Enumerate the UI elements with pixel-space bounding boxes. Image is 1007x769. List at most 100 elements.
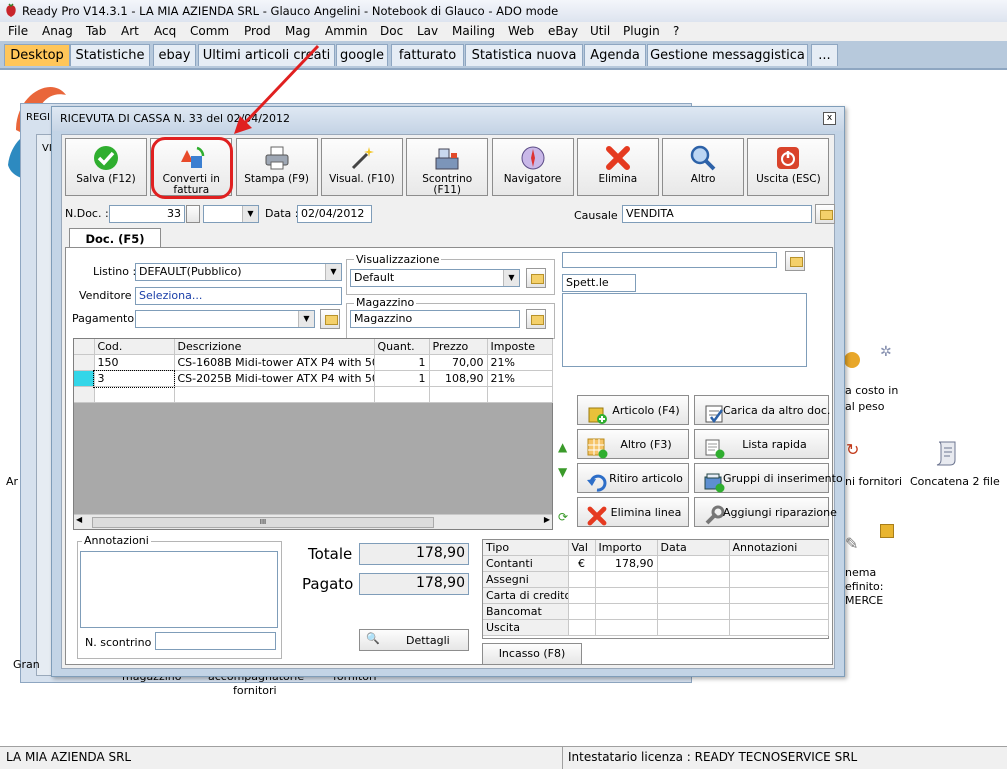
payment-cell[interactable] [568, 587, 596, 604]
table-cell[interactable]: 150 [94, 354, 175, 371]
payment-row[interactable]: Contanti €178,90 [483, 555, 829, 572]
causale-field[interactable]: VENDITA [622, 205, 812, 223]
table-cell[interactable]: 108,90 [429, 370, 488, 387]
payment-cell[interactable] [729, 619, 829, 636]
annotazioni-textarea[interactable] [80, 551, 278, 628]
menu-item-mailing[interactable]: Mailing [452, 24, 495, 38]
table-row[interactable]: 150CS-1608B Midi-tower ATX P4 with 500..… [74, 354, 553, 371]
ritiro-articolo-button[interactable]: Ritiro articolo [577, 463, 689, 493]
gruppi-di-inserimento-button[interactable]: Gruppi di inserimento [694, 463, 843, 493]
payment-cell[interactable] [568, 571, 596, 588]
ndoc-spin-button[interactable] [186, 205, 200, 223]
table-cell[interactable] [374, 386, 430, 403]
pagamento-combo[interactable]: ▼ [135, 310, 315, 328]
desktop-icon-label[interactable]: efinito: [845, 580, 883, 593]
menu-item-util[interactable]: Util [590, 24, 610, 38]
payment-cell[interactable] [657, 555, 730, 572]
payment-cell[interactable] [729, 587, 829, 604]
payment-cell[interactable] [657, 603, 730, 620]
salva-button[interactable]: Salva (F12) [65, 138, 147, 196]
menu-item-ammin[interactable]: Ammin [325, 24, 368, 38]
aggiungi-riparazione-button[interactable]: Aggiungi riparazione [694, 497, 837, 527]
menu-item-mag[interactable]: Mag [285, 24, 310, 38]
box-icon[interactable] [880, 524, 894, 538]
menu-item-acq[interactable]: Acq [154, 24, 176, 38]
payment-cell[interactable]: Assegni [483, 571, 569, 588]
column-header[interactable]: Descrizione [174, 339, 375, 355]
table-cell[interactable]: 1 [374, 354, 430, 371]
payment-cell[interactable]: € [568, 555, 596, 572]
uscita-button[interactable]: Uscita (ESC) [747, 138, 830, 196]
date-field[interactable]: 02/04/2012 [297, 205, 372, 223]
table-cell[interactable] [94, 386, 175, 403]
elimina-button[interactable]: Elimina [576, 138, 659, 196]
payment-cell[interactable]: Bancomat [483, 603, 569, 620]
column-header[interactable]: Imposte [487, 339, 553, 355]
column-header[interactable] [74, 339, 95, 355]
articolo-button[interactable]: Articolo (F4) [577, 395, 689, 425]
payment-cell[interactable]: Carta di credito [483, 587, 569, 604]
tab-statistica-nuova[interactable]: Statistica nuova [465, 44, 583, 66]
move-up-icon[interactable]: ▲ [558, 440, 572, 456]
folder-icon[interactable] [526, 309, 546, 329]
payment-cell[interactable]: 178,90 [595, 555, 658, 572]
desktop-icon-label[interactable]: fornitori [233, 684, 277, 697]
payment-cell[interactable] [595, 603, 658, 620]
payment-cell[interactable]: Contanti [483, 555, 569, 572]
incasso-button[interactable]: Incasso (F8) [482, 643, 582, 665]
desktop-icon-label[interactable]: Concatena 2 file [910, 475, 1000, 488]
tab-fatturato[interactable]: fatturato [391, 44, 464, 66]
menu-item-lav[interactable]: Lav [417, 24, 438, 38]
payment-cell[interactable] [657, 619, 730, 636]
table-cell[interactable] [74, 354, 95, 371]
address-textarea[interactable] [562, 293, 807, 367]
table-cell[interactable] [429, 386, 488, 403]
folder-icon[interactable] [320, 309, 340, 329]
spett-field[interactable]: Spett.le [562, 274, 636, 292]
menu-item-tab[interactable]: Tab [86, 24, 106, 38]
table-cell[interactable] [487, 386, 553, 403]
table-cell[interactable] [174, 386, 375, 403]
elimina-linea-button[interactable]: Elimina linea [577, 497, 689, 527]
close-icon[interactable]: x [823, 112, 836, 125]
tab-statistiche[interactable]: Statistiche [70, 44, 150, 66]
tab-doc[interactable]: Doc. (F5) [69, 228, 161, 249]
folder-icon[interactable] [815, 204, 835, 224]
visualizzazione-combo[interactable]: Default ▼ [350, 269, 520, 287]
chevron-down-icon[interactable]: ▼ [298, 311, 314, 327]
visual--button[interactable]: Visual. (F10) [320, 138, 403, 196]
table-row[interactable]: 3CS-2025B Midi-tower ATX P4 with 500...1… [74, 369, 553, 388]
payment-row[interactable]: Carta di credito [483, 587, 829, 604]
magazzino-field[interactable]: Magazzino [350, 310, 520, 328]
column-header[interactable]: Cod. [94, 339, 175, 355]
payment-cell[interactable] [568, 619, 596, 636]
chevron-down-icon[interactable]: ▼ [325, 264, 341, 280]
scroll-thumb[interactable]: III [92, 517, 434, 528]
desktop-icon-label[interactable]: al peso [845, 400, 885, 413]
column-header[interactable]: Quant. [374, 339, 430, 355]
desktop-icon-label[interactable]: nema [845, 566, 876, 579]
gear-icon[interactable]: ✲ [880, 344, 892, 360]
table-cell[interactable]: 1 [374, 370, 430, 387]
ndoc-field[interactable]: 33 [109, 205, 185, 223]
payment-cell[interactable]: Uscita [483, 619, 569, 636]
payment-cell[interactable] [595, 571, 658, 588]
table-cell[interactable] [74, 370, 95, 387]
chevron-down-icon[interactable]: ▼ [242, 206, 258, 222]
payment-cell[interactable] [595, 619, 658, 636]
altro-button[interactable]: Altro [662, 138, 745, 196]
desktop-icon-label[interactable]: ni fornitori [845, 475, 902, 488]
scontrino-button[interactable]: Scontrino (F11) [406, 138, 489, 196]
refresh-icon[interactable]: ↻ [846, 440, 859, 459]
tab-gestione-messaggistica[interactable]: Gestione messaggistica [647, 44, 808, 66]
desktop-icon-label[interactable]: a costo in [845, 384, 898, 397]
table-cell[interactable]: 70,00 [429, 354, 488, 371]
desktop-icon-label[interactable]: MERCE [845, 594, 883, 607]
listino-combo[interactable]: DEFAULT(Pubblico) ▼ [135, 263, 342, 281]
venditore-field[interactable]: Seleziona... [135, 287, 342, 305]
carica-da-altro-doc--button[interactable]: Carica da altro doc. [694, 395, 830, 425]
tab-desktop[interactable]: Desktop [4, 44, 70, 66]
payment-cell[interactable] [657, 587, 730, 604]
scroll-icon[interactable] [933, 438, 963, 468]
menu-item-doc[interactable]: Doc [380, 24, 403, 38]
